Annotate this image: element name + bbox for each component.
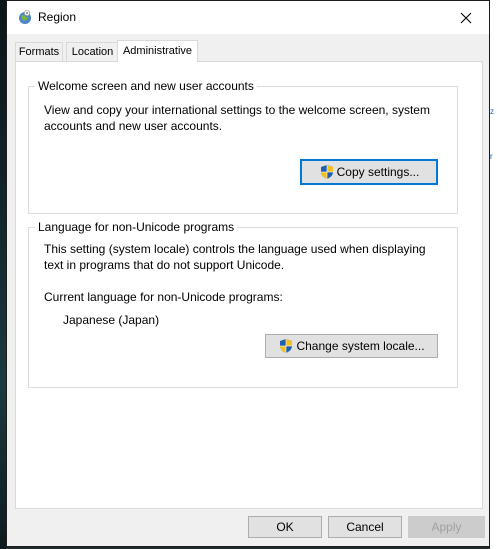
tab-formats[interactable]: Formats: [15, 42, 63, 61]
current-language-label: Current language for non-Unicode program…: [44, 290, 283, 304]
background-window-edge: z r: [490, 0, 497, 549]
change-system-locale-button[interactable]: Change system locale...: [265, 334, 438, 358]
change-system-locale-label: Change system locale...: [296, 339, 425, 353]
locale-description-line-2: text in programs that do not support Uni…: [44, 258, 285, 272]
background-text-fragment: r: [490, 153, 493, 161]
welcome-screen-group: Welcome screen and new user accounts Vie…: [28, 79, 458, 214]
ok-button[interactable]: OK: [248, 516, 322, 538]
current-language-value: Japanese (Japan): [63, 313, 160, 327]
uac-shield-icon: [280, 339, 293, 353]
uac-shield-icon: [320, 165, 333, 179]
non-unicode-language-group: Language for non-Unicode programs This s…: [28, 220, 458, 388]
tab-panel-administrative: Welcome screen and new user accounts Vie…: [15, 61, 483, 509]
window-title: Region: [38, 10, 77, 24]
close-icon: [460, 12, 472, 23]
tab-location[interactable]: Location: [66, 42, 119, 61]
cancel-button[interactable]: Cancel: [328, 516, 402, 538]
locale-description-line-1: This setting (system locale) controls th…: [44, 242, 426, 256]
tab-administrative[interactable]: Administrative: [117, 40, 198, 62]
title-bar[interactable]: Region: [7, 1, 489, 34]
region-dialog: Region Formats Location Administrative W…: [6, 0, 490, 547]
globe-icon: [19, 10, 31, 24]
close-button[interactable]: [443, 1, 489, 34]
welcome-group-title: Welcome screen and new user accounts: [35, 79, 257, 93]
welcome-description-line-2: accounts and new user accounts.: [44, 119, 223, 133]
copy-settings-button[interactable]: Copy settings...: [300, 159, 438, 185]
background-text-fragment: z: [490, 108, 494, 116]
non-unicode-group-title: Language for non-Unicode programs: [35, 220, 238, 234]
welcome-description-line-1: View and copy your international setting…: [44, 103, 430, 117]
copy-settings-label: Copy settings...: [336, 165, 420, 179]
apply-button[interactable]: Apply: [408, 516, 485, 538]
